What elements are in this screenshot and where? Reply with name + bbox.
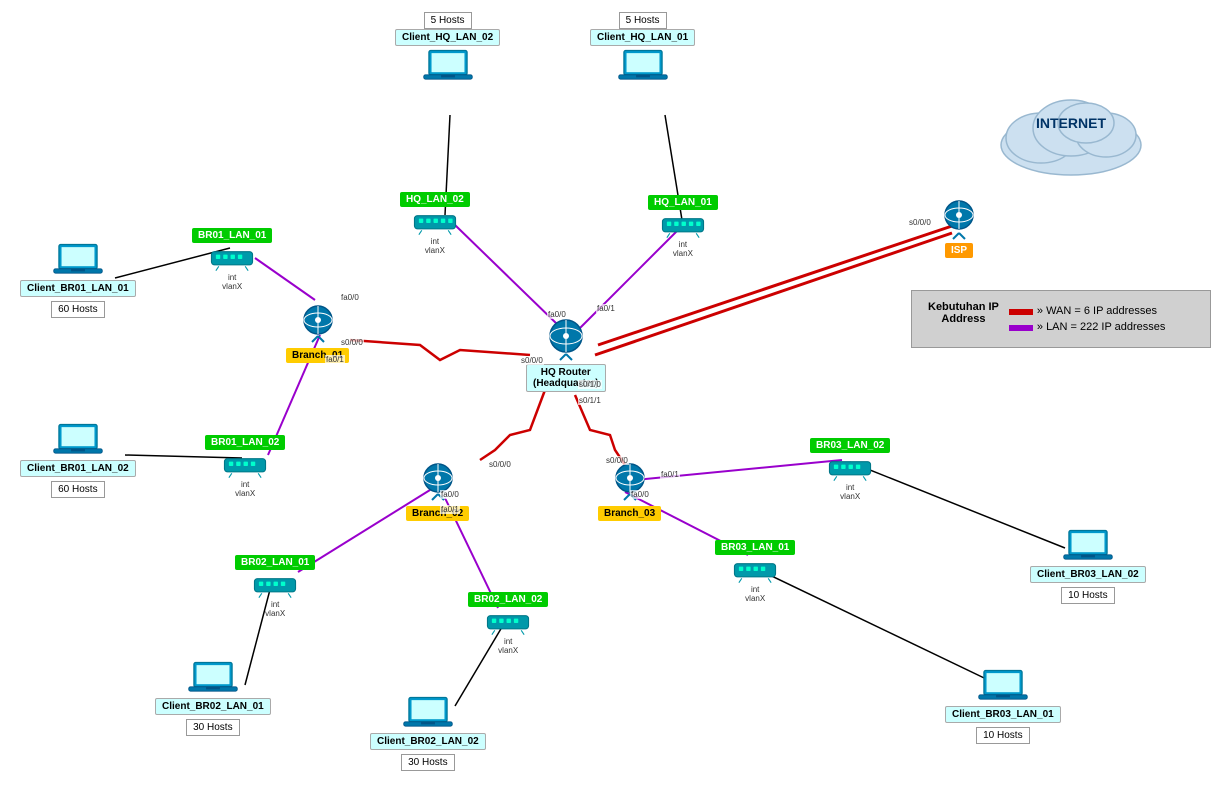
client-br03-lan01-hosts: 10 Hosts [976,727,1029,744]
hq-fa01-label: fa0/1 [596,304,616,313]
client-br01-lan02-hosts: 60 Hosts [51,481,104,498]
br01-s000-label: s0/0/0 [340,338,364,347]
client-br01-lan01-hosts: 60 Hosts [51,301,104,318]
legend-box: Kebutuhan IPAddress » WAN = 6 IP address… [911,290,1211,348]
br03-fa00-label: fa0/0 [630,490,650,499]
hq-s011-label: s0/1/1 [578,396,602,405]
hq-s0110-label: s0/1/0 [578,380,602,389]
isp-s000-label: s0/0/0 [908,218,932,227]
client-hq-lan01: 5 Hosts Client_HQ_LAN_01 [590,10,695,86]
br03-s000-label: s0/0/0 [605,456,629,465]
client-br03-lan01-label: Client_BR03_LAN_01 [945,706,1061,723]
client-br02-lan02-label: Client_BR02_LAN_02 [370,733,486,750]
br02-lan01-int: intvlanX [265,600,285,618]
br01-fa00-label: fa0/0 [340,293,360,302]
client-br02-lan01-label: Client_BR02_LAN_01 [155,698,271,715]
br02-lan01-label: BR02_LAN_01 [235,555,315,570]
isp-node: ISP [935,195,983,260]
legend-wan: » WAN = 6 IP addresses [1037,305,1157,317]
br03-lan02-label: BR03_LAN_02 [810,438,890,453]
client-hq-lan01-label: Client_HQ_LAN_01 [590,29,695,46]
br03-lan02-int: intvlanX [840,483,860,501]
hq-lan01-label: HQ_LAN_01 [648,195,718,210]
legend-lan: » LAN = 222 IP addresses [1037,321,1166,333]
br02-fa00-label: fa0/0 [440,490,460,499]
legend-title: Kebutuhan IPAddress [928,301,999,325]
client-hq-lan02-label: Client_HQ_LAN_02 [395,29,500,46]
br03-lan01-switch: BR03_LAN_01 intvlanX [715,540,795,603]
branch03-label: Branch_03 [598,506,661,521]
client-br02-lan02: Client_BR02_LAN_02 30 Hosts [370,695,486,771]
internet-label: INTERNET [991,115,1151,131]
br03-lan01-int: intvlanX [745,585,765,603]
network-diagram: INTERNET ISP HQ Router(Headquarter) Bran… [0,0,1231,806]
client-br03-lan01: Client_BR03_LAN_01 10 Hosts [945,668,1061,744]
br02-lan02-label: BR02_LAN_02 [468,592,548,607]
client-br02-lan01: Client_BR02_LAN_01 30 Hosts [155,660,271,736]
client-hq-lan02-hosts-label: 5 Hosts [424,12,472,29]
client-br01-lan01: Client_BR01_LAN_01 60 Hosts [20,242,136,318]
hq-lan02-switch: HQ_LAN_02 intvlanX [400,192,470,255]
client-br01-lan02-label: Client_BR01_LAN_02 [20,460,136,477]
br01-lan01-label: BR01_LAN_01 [192,228,272,243]
br03-lan02-switch: BR03_LAN_02 intvlanX [810,438,890,501]
hq-lan02-label: HQ_LAN_02 [400,192,470,207]
br03-lan01-label: BR03_LAN_01 [715,540,795,555]
client-hq-lan01-hosts-label: 5 Hosts [619,12,667,29]
hq-s000-label: s0/0/0 [520,356,544,365]
client-br01-lan01-label: Client_BR01_LAN_01 [20,280,136,297]
br02-lan02-switch: BR02_LAN_02 intvlanX [468,592,548,655]
hq-lan02-int: intvlanX [425,237,445,255]
client-hq-lan02: 5 Hosts Client_HQ_LAN_02 [395,10,500,86]
hq-lan01-int: intvlanX [673,240,693,258]
br01-lan01-switch: BR01_LAN_01 intvlanX [192,228,272,291]
isp-label: ISP [945,243,973,258]
br01-lan02-int: intvlanX [235,480,255,498]
client-br03-lan02: Client_BR03_LAN_02 10 Hosts [1030,528,1146,604]
br01-lan01-int: intvlanX [222,273,242,291]
br02-fa01-label: fa0/1 [440,505,460,514]
br01-lan02-switch: BR01_LAN_02 intvlanX [205,435,285,498]
client-br02-lan01-hosts: 30 Hosts [186,719,239,736]
br01-lan02-label: BR01_LAN_02 [205,435,285,450]
client-br03-lan02-hosts: 10 Hosts [1061,587,1114,604]
br02-s000-label: s0/0/0 [488,460,512,469]
br02-lan01-switch: BR02_LAN_01 intvlanX [235,555,315,618]
client-br03-lan02-label: Client_BR03_LAN_02 [1030,566,1146,583]
client-br02-lan02-hosts: 30 Hosts [401,754,454,771]
hq-fa00-label: fa0/0 [547,310,567,319]
br02-lan02-int: intvlanX [498,637,518,655]
hq-lan01-switch: HQ_LAN_01 intvlanX [648,195,718,258]
br01-fa01-label: fa0/1 [325,355,345,364]
br03-fa01-label: fa0/1 [660,470,680,479]
internet-cloud: INTERNET [991,80,1151,183]
client-br01-lan02: Client_BR01_LAN_02 60 Hosts [20,422,136,498]
